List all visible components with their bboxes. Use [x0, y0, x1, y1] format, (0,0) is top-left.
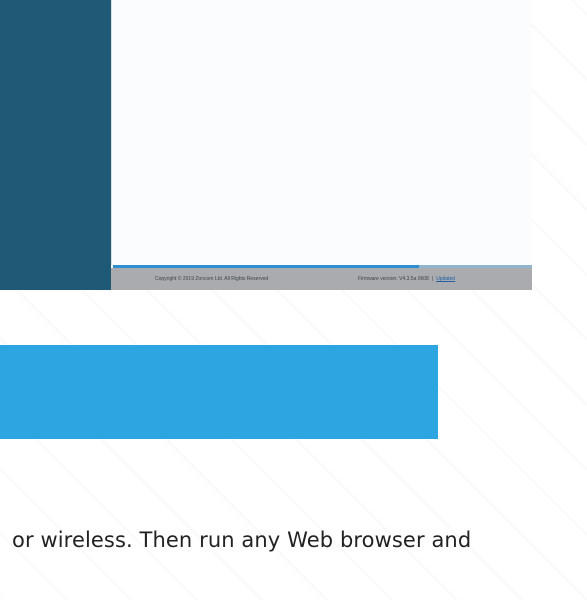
- page-footer: Copyright © 2019 Zoncom Ltd. All Rights …: [111, 268, 532, 290]
- firmware-info: Firmware version: V4.3.5a 0608 | Updated: [358, 276, 455, 282]
- main-content-area: [111, 0, 532, 265]
- sidebar-panel: [0, 0, 111, 290]
- footer-separator: |: [431, 276, 434, 282]
- copyright-text: Copyright © 2019 Zoncom Ltd. All Rights …: [155, 276, 269, 282]
- blue-banner: [0, 345, 438, 439]
- router-ui-screenshot: Copyright © 2019 Zoncom Ltd. All Rights …: [0, 0, 532, 290]
- update-link[interactable]: Updated: [436, 276, 455, 282]
- instruction-text: or wireless. Then run any Web browser an…: [12, 528, 472, 552]
- firmware-version-text: Firmware version: V4.3.5a 0608: [358, 276, 429, 282]
